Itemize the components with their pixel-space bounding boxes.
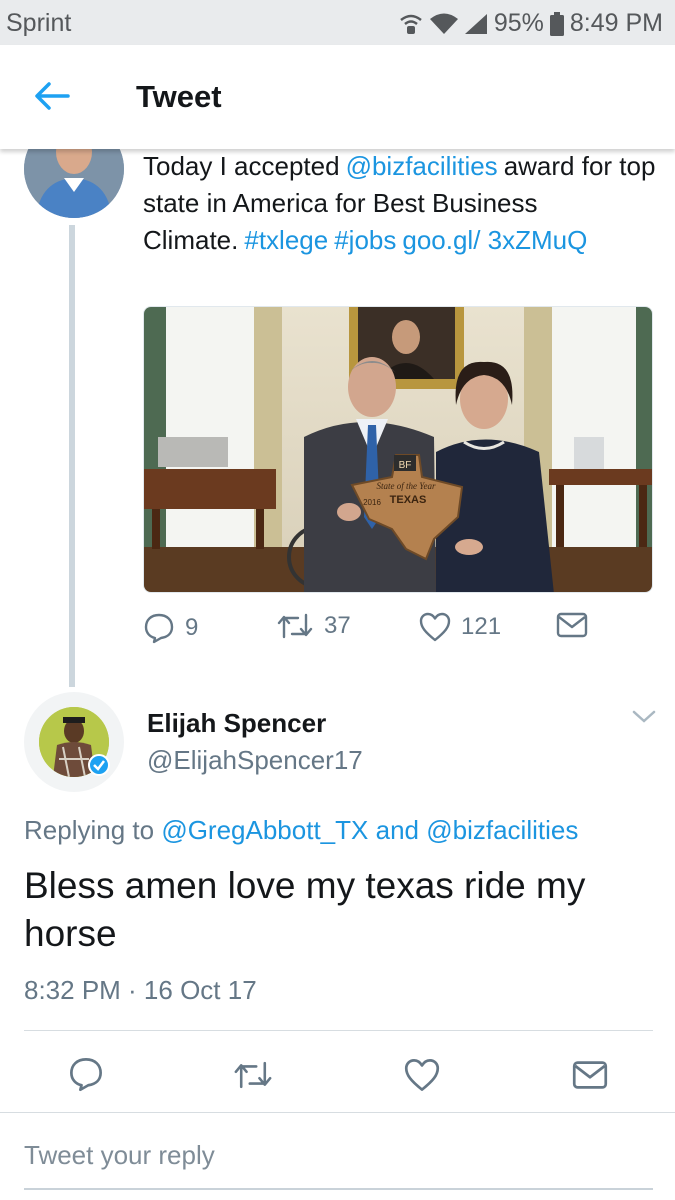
direct-message-button[interactable] (572, 1060, 608, 1095)
direct-message-action[interactable] (556, 612, 588, 638)
envelope-icon (556, 612, 588, 638)
tweet-photo[interactable]: BF State of the Year TEXAS 2016 (143, 306, 653, 593)
url-link[interactable]: goo.gl/ 3xZMuQ (402, 225, 587, 255)
plaque-year: 2016 (363, 498, 381, 507)
reply-author-avatar[interactable] (24, 692, 124, 792)
replying-prefix: Replying to (24, 815, 155, 845)
plaque-title: State of the Year (377, 481, 436, 491)
reply-action[interactable]: 9 (143, 612, 198, 644)
reply-icon (70, 1058, 102, 1092)
page-title: Tweet (136, 79, 222, 114)
status-icons: 95% 8:49 PM (398, 9, 663, 38)
mention-link[interactable]: @GregAbbott_TX (161, 815, 368, 845)
heart-icon (404, 1059, 440, 1091)
verified-badge-icon (88, 754, 110, 776)
heart-icon (419, 612, 451, 642)
reply-timestamp: 8:32 PM · 16 Oct 17 (24, 975, 257, 1005)
tweet-menu-button[interactable] (630, 707, 658, 727)
hashtag-link[interactable]: #txlege (244, 225, 328, 255)
retweet-action[interactable]: 37 (276, 612, 351, 640)
reply-button[interactable] (68, 1056, 104, 1097)
replying-and: and (375, 815, 419, 845)
battery-icon (549, 11, 564, 36)
replying-to-line: Replying to @GregAbbott_TX and @bizfacil… (24, 815, 578, 846)
reply-tweet-actions (0, 1056, 675, 1100)
mention-link[interactable]: @bizfacilities (426, 815, 578, 845)
hashtag-link[interactable]: #jobs (334, 225, 396, 255)
tweet-actions: 9 37 121 (143, 612, 663, 652)
top-app-bar: Tweet (0, 45, 675, 149)
like-button[interactable] (404, 1058, 440, 1097)
tweet-text: Today I accepted @bizfacilities award for … (143, 148, 663, 259)
envelope-icon (572, 1061, 608, 1089)
reply-icon (144, 613, 174, 644)
chevron-down-icon (632, 710, 656, 723)
clock: 8:49 PM (569, 9, 663, 37)
reply-input-underline (24, 1188, 653, 1190)
like-count: 121 (461, 613, 502, 640)
mention-link[interactable]: @bizfacilities (346, 151, 498, 181)
plaque-brand: BF (399, 460, 412, 471)
wifi-icon (429, 13, 458, 35)
retweet-count: 37 (324, 612, 351, 639)
battery-percent: 95% (493, 9, 544, 37)
plaque-state: TEXAS (390, 494, 427, 506)
status-bar: Sprint 95% 8:49 PM (0, 0, 675, 45)
tweet-text-part: Today I accepted (143, 151, 340, 181)
reply-input[interactable]: Tweet your reply (24, 1140, 644, 1171)
wifi-calling-icon (398, 12, 424, 36)
reply-tweet-text: Bless amen love my texas ride my horse (24, 865, 586, 954)
retweet-icon (277, 613, 313, 639)
like-action[interactable]: 121 (419, 612, 501, 642)
carrier-name: Sprint (6, 9, 72, 37)
divider (0, 1112, 675, 1113)
retweet-icon (234, 1061, 272, 1089)
reply-count: 9 (185, 614, 199, 641)
reply-author-name[interactable]: Elijah Spencer (147, 708, 326, 739)
arrow-left-icon (35, 82, 70, 110)
reply-author-handle[interactable]: @ElijahSpencer17 (147, 745, 363, 776)
back-button[interactable] (32, 79, 72, 113)
signal-icon (464, 13, 488, 35)
retweet-button[interactable] (232, 1060, 274, 1095)
divider (24, 1030, 653, 1031)
thread-connector (69, 225, 75, 687)
